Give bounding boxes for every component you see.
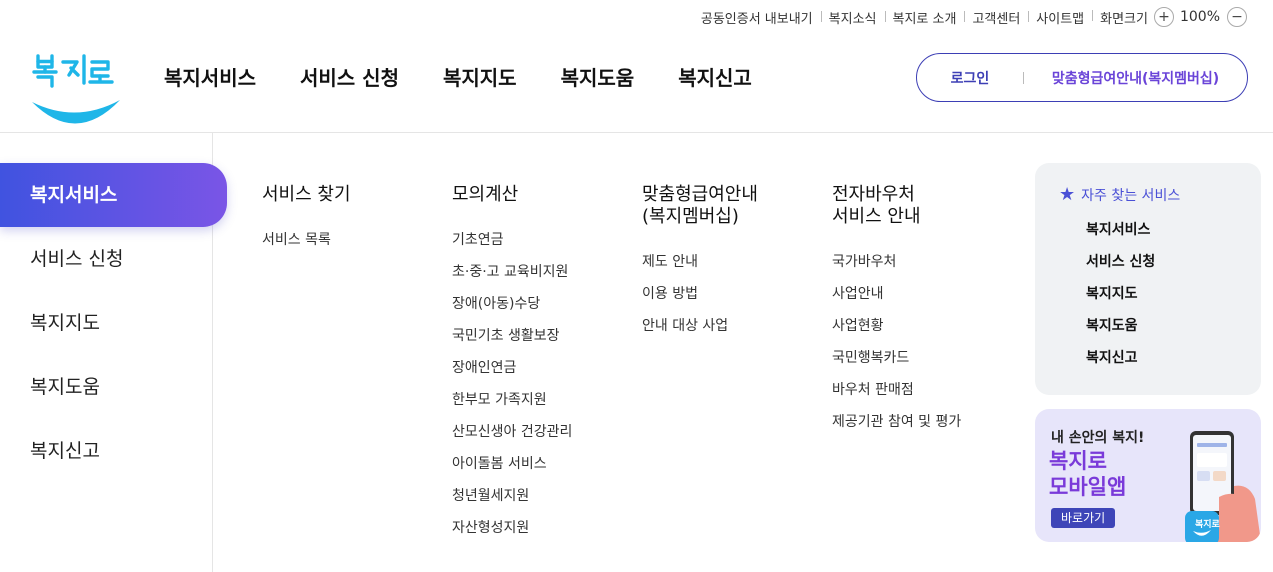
side-item-welfare-report[interactable]: 복지신고: [0, 419, 227, 483]
menu-column-membership: 맞춤형급여안내 (복지멤버십) 제도 안내 이용 방법 안내 대상 사업: [642, 184, 758, 342]
nav-welfare-map[interactable]: 복지지도: [421, 60, 539, 96]
menu-link[interactable]: 안내 대상 사업: [642, 310, 758, 342]
zoom-control: 화면크기 + 100% −: [1092, 7, 1247, 27]
utility-bar: 공동인증서 내보내기 복지소식 복지로 소개 고객센터 사이트맵 화면크기 + …: [693, 0, 1247, 34]
util-customer-center[interactable]: 고객센터: [964, 8, 1028, 27]
menu-link[interactable]: 제도 안내: [642, 246, 758, 278]
auth-box: 로그인 맞춤형급여안내(복지멤버십): [916, 53, 1248, 102]
menu-link[interactable]: 아이돌봄 서비스: [452, 448, 572, 480]
favorites-header: ★ 자주 찾는 서비스: [1059, 185, 1261, 205]
column-title: 서비스 찾기: [262, 184, 351, 205]
bokjiro-logo[interactable]: [30, 50, 122, 132]
menu-link[interactable]: 장애인연금: [452, 352, 572, 384]
app-icon-label: 복지로: [1195, 520, 1220, 530]
side-item-welfare-services[interactable]: 복지서비스: [0, 163, 227, 227]
membership-button[interactable]: 맞춤형급여안내(복지멤버십): [1024, 68, 1247, 88]
menu-link[interactable]: 기초연금: [452, 224, 572, 256]
banner-subtitle: 내 손안의 복지!: [1051, 430, 1145, 446]
banner-go-button[interactable]: 바로가기: [1051, 508, 1116, 528]
util-cert-export[interactable]: 공동인증서 내보내기: [693, 8, 821, 27]
zoom-value: 100%: [1179, 9, 1220, 25]
side-item-welfare-map[interactable]: 복지지도: [0, 291, 227, 355]
menu-link[interactable]: 한부모 가족지원: [452, 384, 572, 416]
favorite-link[interactable]: 복지서비스: [1059, 219, 1261, 251]
menu-link[interactable]: 산모신생아 건강관리: [452, 416, 572, 448]
mobile-app-banner[interactable]: 내 손안의 복지! 복지로 모바일앱 바로가기 복지로: [1035, 409, 1261, 542]
menu-link[interactable]: 청년월세지원: [452, 480, 572, 512]
menu-link[interactable]: 국민기초 생활보장: [452, 320, 572, 352]
menu-link[interactable]: 국가바우처: [832, 246, 961, 278]
nav-welfare-help[interactable]: 복지도움: [539, 60, 657, 96]
zoom-label: 화면크기: [1100, 11, 1148, 27]
util-about[interactable]: 복지로 소개: [884, 8, 965, 27]
favorites-panel: ★ 자주 찾는 서비스 복지서비스 서비스 신청 복지지도 복지도움 복지신고: [1035, 163, 1261, 395]
header-divider: [0, 132, 1273, 133]
menu-link[interactable]: 국민행복카드: [832, 342, 961, 374]
menu-column-service-search: 서비스 찾기 서비스 목록: [262, 184, 351, 256]
favorite-link[interactable]: 복지도움: [1059, 315, 1261, 347]
star-icon: ★: [1059, 184, 1076, 205]
favorite-link[interactable]: 복지지도: [1059, 283, 1261, 315]
favorite-link[interactable]: 복지신고: [1059, 347, 1261, 379]
menu-link[interactable]: 사업안내: [832, 278, 961, 310]
column-title: 전자바우처 서비스 안내: [832, 184, 921, 227]
menu-column-voucher: 전자바우처 서비스 안내 국가바우처 사업안내 사업현황 국민행복카드 바우처 …: [832, 184, 961, 438]
menu-link[interactable]: 바우처 판매점: [832, 374, 961, 406]
menu-column-mock-calc: 모의계산 기초연금 초·중·고 교육비지원 장애(아동)수당 국민기초 생활보장…: [427, 184, 572, 544]
login-button[interactable]: 로그인: [917, 68, 1023, 88]
menu-link-highlighted[interactable]: 자산형성지원: [427, 512, 572, 544]
nav-welfare-services[interactable]: 복지서비스: [142, 60, 278, 96]
nav-service-application[interactable]: 서비스 신청: [278, 60, 421, 96]
menu-link[interactable]: 제공기관 참여 및 평가: [832, 406, 961, 438]
column-title: 맞춤형급여안내 (복지멤버십): [642, 184, 758, 227]
main-nav: 복지서비스 서비스 신청 복지지도 복지도움 복지신고: [142, 60, 774, 96]
menu-link[interactable]: 사업현황: [832, 310, 961, 342]
side-item-welfare-help[interactable]: 복지도움: [0, 355, 227, 419]
nav-welfare-report[interactable]: 복지신고: [656, 60, 774, 96]
zoom-out-button[interactable]: −: [1227, 7, 1247, 27]
menu-link[interactable]: 이용 방법: [642, 278, 758, 310]
zoom-in-button[interactable]: +: [1153, 7, 1174, 27]
util-welfare-news[interactable]: 복지소식: [820, 8, 885, 27]
menu-link[interactable]: 장애(아동)수당: [452, 288, 572, 320]
side-item-service-application[interactable]: 서비스 신청: [0, 227, 227, 291]
menu-link[interactable]: 서비스 목록: [262, 224, 351, 256]
column-title: 모의계산: [452, 184, 519, 205]
util-sitemap[interactable]: 사이트맵: [1028, 8, 1092, 27]
banner-title: 복지로 모바일앱: [1049, 449, 1127, 499]
favorite-link[interactable]: 서비스 신청: [1059, 251, 1261, 283]
menu-link[interactable]: 초·중·고 교육비지원: [452, 256, 572, 288]
favorites-title: 자주 찾는 서비스: [1081, 188, 1181, 204]
side-menu: 복지서비스 서비스 신청 복지지도 복지도움 복지신고: [0, 163, 227, 483]
